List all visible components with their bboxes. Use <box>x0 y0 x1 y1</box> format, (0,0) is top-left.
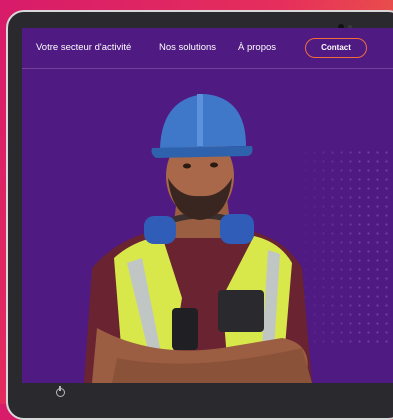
worker-photo <box>84 94 312 383</box>
power-icon[interactable] <box>56 386 65 397</box>
website-screen: Votre secteur d'activité Nos solutions À… <box>22 28 393 383</box>
